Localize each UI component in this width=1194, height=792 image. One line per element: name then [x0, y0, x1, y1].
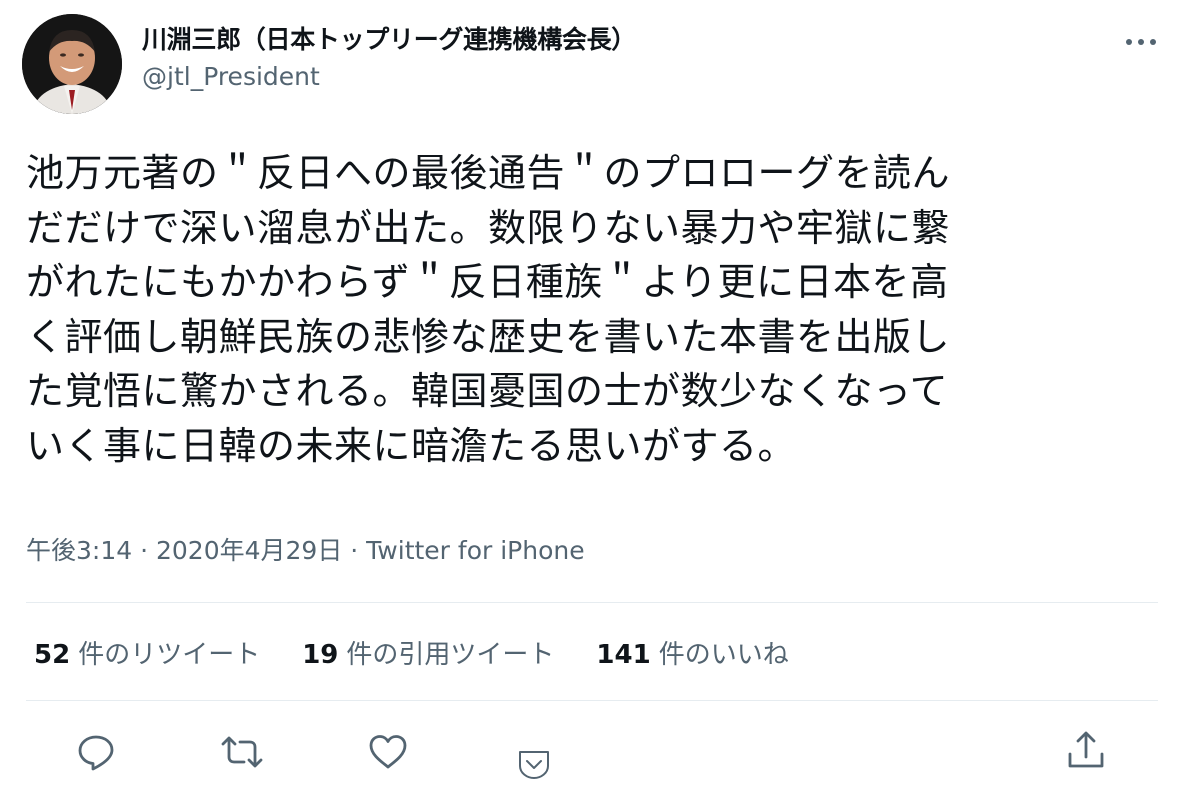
like-icon[interactable]	[368, 732, 408, 772]
bookmark-icon[interactable]	[516, 748, 552, 780]
action-bar	[0, 722, 1194, 786]
avatar[interactable]	[22, 14, 122, 114]
like-count-label: 件のいいね	[658, 639, 789, 670]
tweet-text-line: く評価し朝鮮民族の悲惨な歴史を書いた本書を出版し	[26, 314, 951, 359]
tweet-text-line: がれたにもかかわらず＂反日種族＂より更に日本を高	[26, 260, 949, 304]
more-dot	[1138, 39, 1144, 45]
like-count: 141	[596, 639, 651, 670]
tweet-stats: 52 件のリツイート 19 件の引用ツイート 141 件のいいね	[34, 632, 831, 672]
reply-icon[interactable]	[76, 732, 116, 772]
tweet-time[interactable]: 午後3:14	[26, 536, 132, 565]
author-handle[interactable]: @jtl_President	[142, 60, 636, 94]
tweet-date[interactable]: 2020年4月29日	[156, 536, 342, 565]
retweet-count-link[interactable]: 52 件のリツイート	[34, 634, 260, 671]
tweet-source[interactable]: Twitter for iPhone	[366, 536, 584, 565]
divider	[26, 700, 1158, 701]
more-dot	[1150, 39, 1156, 45]
quote-count-label: 件の引用ツイート	[346, 639, 555, 670]
meta-separator: ·	[132, 536, 156, 565]
author-block[interactable]: 川淵三郎（日本トップリーグ連携機構会長） @jtl_President	[142, 24, 636, 94]
avatar-photo	[22, 14, 122, 114]
tweet-meta: 午後3:14 · 2020年4月29日 · Twitter for iPhone	[26, 534, 585, 568]
retweet-icon[interactable]	[220, 732, 264, 772]
tweet-text-line: 池万元著の＂反日への最後通告＂のプロローグを読ん	[26, 151, 951, 195]
tweet-text-line: いく事に日韓の未来に暗澹たる思いがする。	[26, 423, 797, 468]
tweet-text: 池万元著の＂反日への最後通告＂のプロローグを読ん だだけで深い溜息が出た。数限り…	[26, 146, 1136, 473]
meta-separator: ·	[342, 536, 367, 565]
quote-count: 19	[302, 639, 339, 670]
divider	[26, 602, 1158, 603]
tweet-text-line: だだけで深い溜息が出た。数限りない暴力や牢獄に繋	[26, 205, 951, 250]
like-count-link[interactable]: 141 件のいいね	[596, 634, 788, 671]
tweet-detail: 川淵三郎（日本トップリーグ連携機構会長） @jtl_President 池万元著…	[0, 0, 1194, 792]
retweet-count-label: 件のリツイート	[78, 639, 261, 670]
more-dot	[1126, 39, 1132, 45]
more-icon[interactable]	[1126, 36, 1156, 48]
author-display-name[interactable]: 川淵三郎（日本トップリーグ連携機構会長）	[142, 24, 636, 56]
tweet-text-line: た覚悟に驚かされる。韓国憂国の士が数少なくなって	[26, 369, 949, 413]
share-icon[interactable]	[1066, 730, 1106, 772]
retweet-count: 52	[34, 639, 71, 670]
quote-count-link[interactable]: 19 件の引用ツイート	[302, 634, 554, 671]
